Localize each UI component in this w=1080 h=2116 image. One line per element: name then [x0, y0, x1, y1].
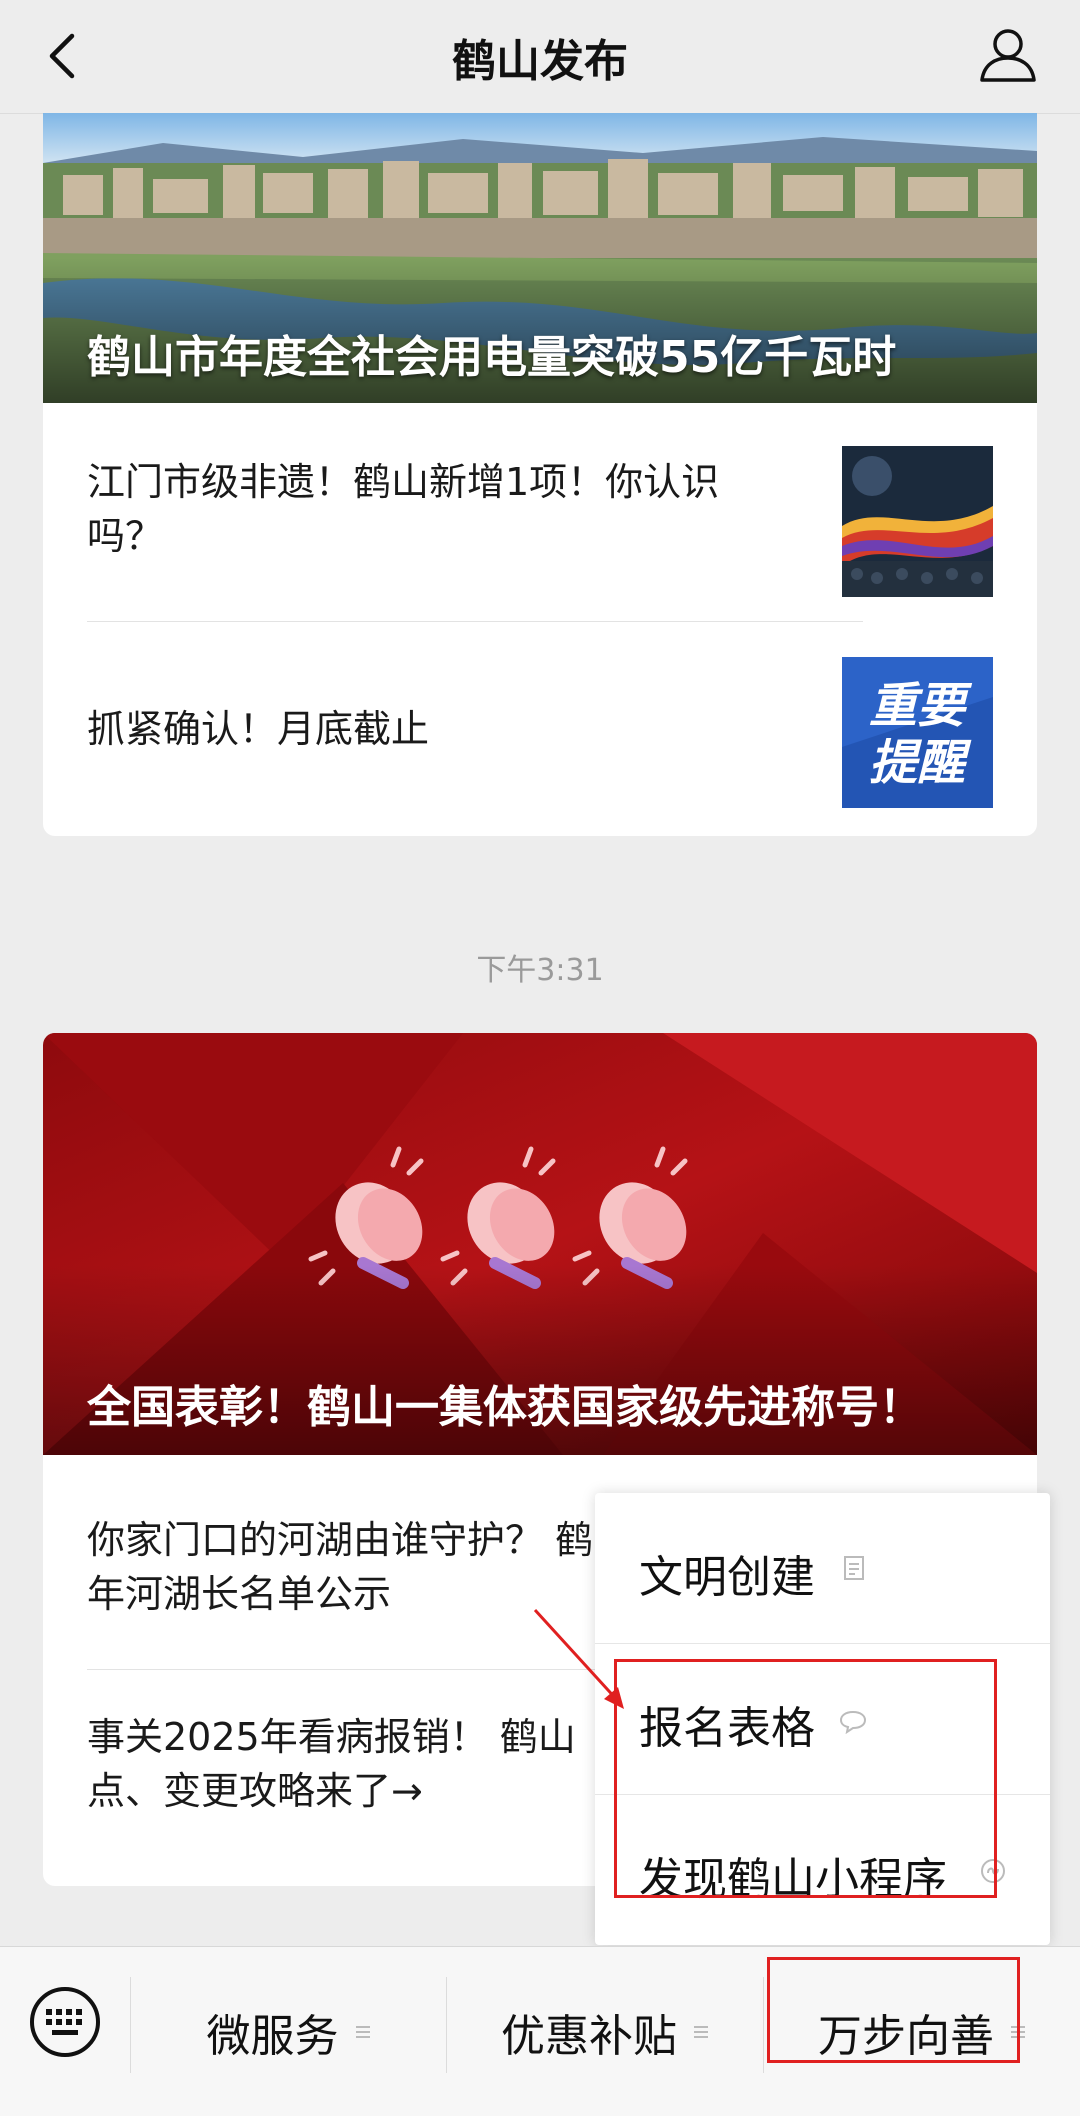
menu-subsidies[interactable]: 优惠补贴 [447, 1947, 763, 2116]
article-title: 抓紧确认！月底截止 [87, 707, 430, 751]
menu-label: 优惠补贴 [501, 2010, 677, 2062]
menu-micro-service[interactable]: 微服务 [131, 1947, 446, 2116]
article-title: 事关2025年看病报销！ 鹤山 点、变更攻略来了→ [87, 1710, 647, 1818]
article-title-line-1: 事关2025年看病报销！ 鹤山 [87, 1715, 576, 1759]
hero-article-2[interactable]: 全国表彰！鹤山一集体获国家级先进称号！ [43, 1033, 1037, 1455]
highlight-box-menu [767, 1957, 1020, 2063]
list-item[interactable]: 抓紧确认！月底截止 重要 提醒 [87, 622, 993, 836]
annotation-arrow-icon [533, 1608, 624, 1709]
message-timestamp: 下午3:31 [476, 953, 604, 988]
hero-article-title: 全国表彰！鹤山一集体获国家级先进称号！ [87, 1382, 923, 1433]
menu-item-civilization[interactable]: 文明创建 [595, 1493, 1050, 1643]
article-icon [844, 1556, 864, 1580]
back-arrow-icon[interactable] [38, 26, 98, 86]
menu-item-label: 文明创建 [639, 1552, 815, 1603]
list-item[interactable]: 江门市级非遗！鹤山新增1项！你认识吗？ [87, 403, 993, 621]
page-title: 鹤山发布 [452, 35, 628, 87]
hero-article-1[interactable]: 鹤山市年度全社会用电量突破55亿千瓦时 [43, 113, 1037, 403]
important-reminder-thumbnail: 重要 提醒 [842, 657, 993, 808]
thumb-text-1: 重要 [869, 678, 973, 734]
article-thumbnail [842, 446, 993, 597]
article-title: 江门市级非遗！鹤山新增1项！你认识吗？ [87, 460, 720, 558]
thumb-text-2: 提醒 [869, 735, 972, 791]
hero-article-title: 鹤山市年度全社会用电量突破55亿千瓦时 [87, 332, 897, 383]
profile-icon[interactable] [976, 22, 1040, 86]
menu-hamburger-icon [355, 2025, 370, 2038]
top-nav-bar: 鹤山发布 [0, 0, 1080, 114]
article-card-1: 鹤山市年度全社会用电量突破55亿千瓦时 江门市级非遗！鹤山新增1项！你认识吗？ … [43, 113, 1037, 836]
article-title-line-2: 点、变更攻略来了→ [87, 1769, 423, 1813]
menu-label: 微服务 [206, 2010, 339, 2062]
menu-hamburger-icon [694, 2025, 708, 2038]
highlight-box-submenu [614, 1659, 997, 1898]
keyboard-icon[interactable] [28, 1985, 102, 2059]
article-title-line-1: 你家门口的河湖由谁守护？ 鹤 [87, 1518, 594, 1562]
